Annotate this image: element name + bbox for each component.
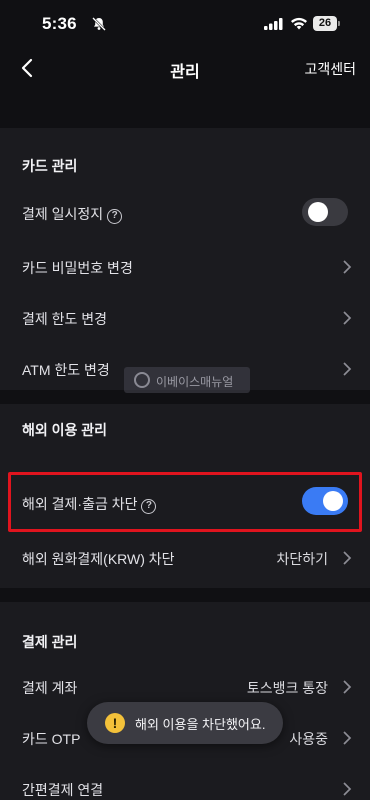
bell-slash-icon	[92, 17, 106, 31]
chevron-right-icon	[343, 311, 352, 325]
toast-notification: ! 해외 이용을 차단했어요.	[87, 702, 283, 744]
toggle-knob	[308, 202, 328, 222]
chevron-right-icon	[343, 362, 352, 376]
watermark: 이베이스매뉴얼	[124, 367, 250, 393]
help-icon[interactable]: ?	[107, 209, 123, 224]
wifi-icon	[291, 17, 307, 30]
krw-block-value: 차단하기	[276, 551, 328, 567]
card-otp-value: 사용중	[289, 731, 328, 747]
chevron-right-icon	[343, 551, 352, 565]
watermark-logo-icon	[134, 372, 150, 388]
simple-payment-label: 간편결제 연결	[22, 782, 104, 798]
chevron-right-icon	[343, 782, 352, 796]
signal-icon	[264, 18, 283, 30]
scrolled-content-remnant	[26, 84, 136, 90]
krw-block-label: 해외 원화결제(KRW) 차단	[22, 551, 175, 567]
nav-bar: 관리 고객센터	[0, 48, 370, 88]
status-time: 5:36	[42, 14, 77, 33]
payment-management-section: 결제 관리 결제 계좌 토스뱅크 통장 카드 OTP 사용중 간편결제 연결	[0, 602, 370, 800]
highlight-annotation-box	[8, 472, 362, 532]
watermark-text: 이베이스매뉴얼	[156, 375, 234, 389]
customer-center-link[interactable]: 고객센터	[304, 59, 356, 79]
section-title-payment: 결제 관리	[22, 634, 78, 650]
battery-tip	[338, 21, 340, 26]
battery-indicator: 26	[313, 16, 337, 31]
payment-account-label: 결제 계좌	[22, 680, 78, 696]
toast-message: 해외 이용을 차단했어요.	[135, 717, 266, 732]
atm-limit-label: ATM 한도 변경	[22, 362, 110, 378]
chevron-right-icon	[343, 731, 352, 745]
payment-pause-toggle[interactable]	[302, 198, 348, 226]
chevron-right-icon	[343, 680, 352, 694]
section-title-overseas: 해외 이용 관리	[22, 422, 108, 438]
payment-limit-label: 결제 한도 변경	[22, 311, 108, 327]
payment-account-value: 토스뱅크 통장	[246, 680, 328, 696]
payment-pause-label: 결제 일시정지	[22, 206, 104, 222]
card-management-section: 카드 관리 결제 일시정지? 카드 비밀번호 변경 결제 한도 변경 ATM 한…	[0, 128, 370, 390]
exclamation-icon: !	[105, 713, 125, 733]
chevron-right-icon	[343, 260, 352, 274]
status-bar: 5:36 26	[0, 0, 370, 48]
section-title-card: 카드 관리	[22, 158, 78, 174]
card-pin-label: 카드 비밀번호 변경	[22, 260, 133, 276]
card-otp-label: 카드 OTP	[22, 731, 81, 747]
